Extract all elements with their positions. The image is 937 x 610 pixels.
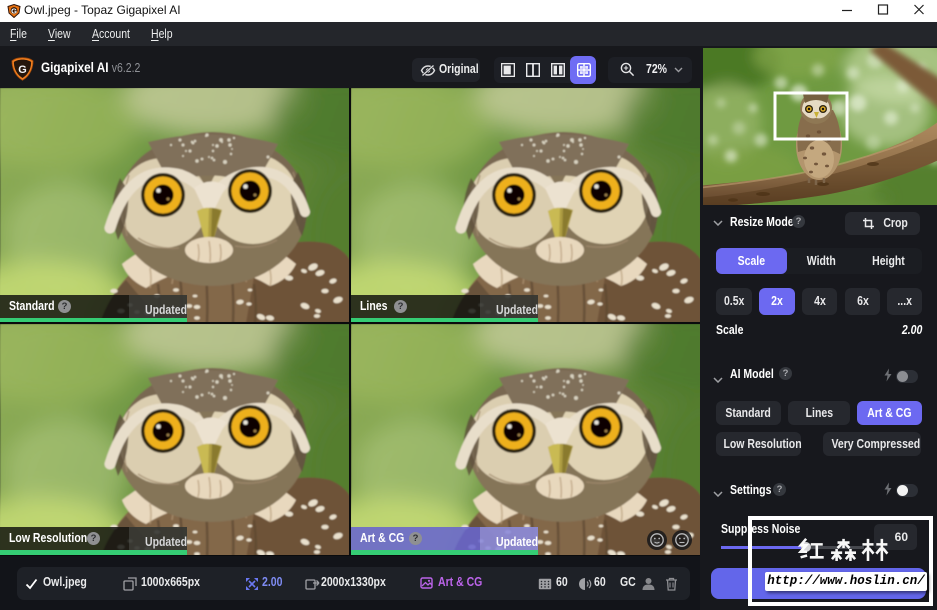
svg-text:G: G (11, 6, 17, 15)
svg-text:G: G (18, 64, 26, 76)
